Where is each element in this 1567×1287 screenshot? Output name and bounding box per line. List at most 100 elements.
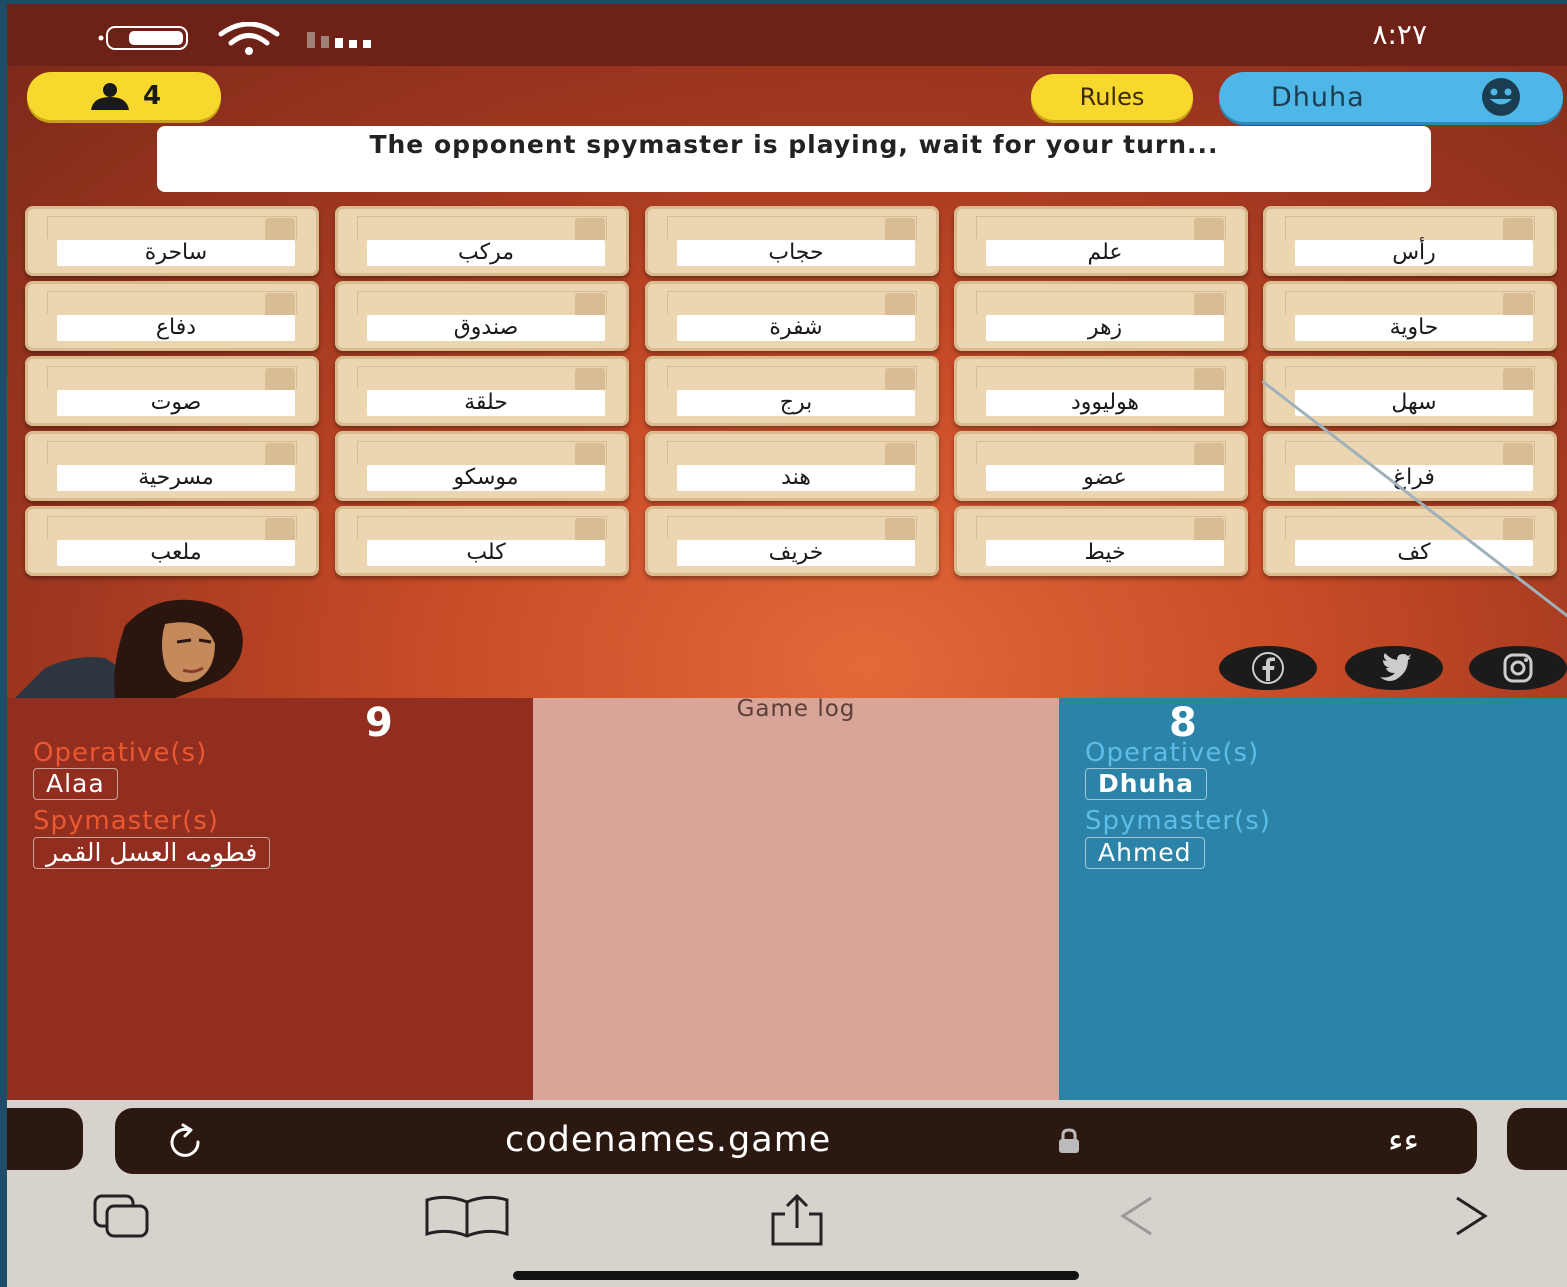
instagram-icon[interactable] <box>1469 646 1567 690</box>
card-word: مسرحية <box>57 465 295 491</box>
word-card[interactable]: هند <box>645 431 939 501</box>
word-card[interactable]: فراغ <box>1263 431 1557 501</box>
card-frame <box>47 441 297 464</box>
next-tab-pill[interactable] <box>1507 1108 1567 1170</box>
agent-silhouette-icon <box>1503 518 1533 542</box>
card-word: شفرة <box>677 315 915 341</box>
agent-silhouette-icon <box>265 518 295 542</box>
agent-silhouette-icon <box>265 293 295 317</box>
agent-silhouette-icon <box>885 368 915 392</box>
word-card[interactable]: زهر <box>954 281 1248 351</box>
agent-silhouette-icon <box>885 518 915 542</box>
word-card[interactable]: صندوق <box>335 281 629 351</box>
facebook-icon[interactable] <box>1219 646 1317 690</box>
blue-spymasters-label: Spymaster(s) <box>1085 806 1271 836</box>
word-card[interactable]: عضو <box>954 431 1248 501</box>
tabs-icon[interactable] <box>89 1192 153 1240</box>
card-word: علم <box>986 240 1224 266</box>
card-word: هوليوود <box>986 390 1224 416</box>
blue-operative-name[interactable]: Dhuha <box>1085 768 1208 800</box>
blue-spymaster-name[interactable]: Ahmed <box>1085 837 1205 869</box>
card-word: كلب <box>367 540 605 566</box>
forward-icon[interactable] <box>1437 1192 1501 1240</box>
word-card[interactable]: مسرحية <box>25 431 319 501</box>
battery-icon <box>98 26 188 50</box>
card-frame <box>976 366 1226 389</box>
spymaster-avatar <box>15 599 243 698</box>
agent-silhouette-icon <box>885 443 915 467</box>
word-card[interactable]: موسكو <box>335 431 629 501</box>
card-frame <box>667 366 917 389</box>
agent-silhouette-icon <box>1194 443 1224 467</box>
agent-silhouette-icon <box>1503 368 1533 392</box>
word-card[interactable]: ساحرة <box>25 206 319 276</box>
word-card[interactable]: مركب <box>335 206 629 276</box>
lock-icon <box>1059 1128 1079 1153</box>
player-count: 4 <box>142 81 162 111</box>
word-card[interactable]: خيط <box>954 506 1248 576</box>
agent-silhouette-icon <box>575 518 605 542</box>
word-card[interactable]: علم <box>954 206 1248 276</box>
card-word: موسكو <box>367 465 605 491</box>
card-word: حلقة <box>367 390 605 416</box>
word-card[interactable]: كف <box>1263 506 1557 576</box>
twitter-icon[interactable] <box>1345 646 1443 690</box>
bookmarks-icon[interactable] <box>419 1192 515 1240</box>
card-word: هند <box>677 465 915 491</box>
word-card[interactable]: حجاب <box>645 206 939 276</box>
address-bar[interactable]: codenames.game ﺀﺀ <box>115 1108 1477 1174</box>
agent-silhouette-icon <box>1503 293 1533 317</box>
status-time: ٨:٢٧ <box>1372 18 1427 51</box>
card-frame <box>47 516 297 539</box>
person-icon <box>90 83 129 110</box>
card-frame <box>357 291 607 314</box>
red-operative-name[interactable]: Alaa <box>33 768 118 800</box>
game-log-panel: Game log <box>533 696 1059 1100</box>
back-icon[interactable] <box>1107 1192 1171 1240</box>
word-card[interactable]: حلقة <box>335 356 629 426</box>
agent-silhouette-icon <box>885 293 915 317</box>
share-icon[interactable] <box>765 1192 829 1248</box>
reload-icon[interactable] <box>165 1122 205 1162</box>
card-frame <box>1285 366 1535 389</box>
word-card[interactable]: ملعب <box>25 506 319 576</box>
word-card[interactable]: حاوية <box>1263 281 1557 351</box>
url-text: codenames.game <box>505 1120 832 1160</box>
card-frame <box>357 516 607 539</box>
word-card[interactable]: دفاع <box>25 281 319 351</box>
word-card[interactable]: هوليوود <box>954 356 1248 426</box>
rules-button[interactable]: Rules <box>1031 74 1193 120</box>
word-card[interactable]: سهل <box>1263 356 1557 426</box>
card-word: دفاع <box>57 315 295 341</box>
card-word: كف <box>1295 540 1533 566</box>
agent-silhouette-icon <box>1194 293 1224 317</box>
user-button[interactable]: Dhuha <box>1219 72 1563 122</box>
card-word: سهل <box>1295 390 1533 416</box>
red-spymasters-label: Spymaster(s) <box>33 806 219 836</box>
card-frame <box>667 216 917 239</box>
agent-silhouette-icon <box>1194 218 1224 242</box>
card-frame <box>976 441 1226 464</box>
word-card[interactable]: خريف <box>645 506 939 576</box>
text-size-button[interactable]: ﺀﺀ <box>1388 1120 1419 1159</box>
player-count-button[interactable]: 4 <box>27 72 221 120</box>
agent-silhouette-icon <box>265 218 295 242</box>
card-frame <box>976 216 1226 239</box>
card-frame <box>1285 291 1535 314</box>
card-word: ملعب <box>57 540 295 566</box>
word-card[interactable]: برج <box>645 356 939 426</box>
agent-silhouette-icon <box>575 443 605 467</box>
word-card[interactable]: شفرة <box>645 281 939 351</box>
card-word: زهر <box>986 315 1224 341</box>
agent-silhouette-icon <box>575 368 605 392</box>
previous-tab-pill[interactable] <box>7 1108 83 1170</box>
card-frame <box>667 291 917 314</box>
agent-silhouette-icon <box>1194 518 1224 542</box>
card-word: مركب <box>367 240 605 266</box>
red-spymaster-name[interactable]: فطومه العسل القمر <box>33 837 271 869</box>
word-card[interactable]: صوت <box>25 356 319 426</box>
card-word: ساحرة <box>57 240 295 266</box>
word-card[interactable]: رأس <box>1263 206 1557 276</box>
word-card[interactable]: كلب <box>335 506 629 576</box>
card-frame <box>667 516 917 539</box>
